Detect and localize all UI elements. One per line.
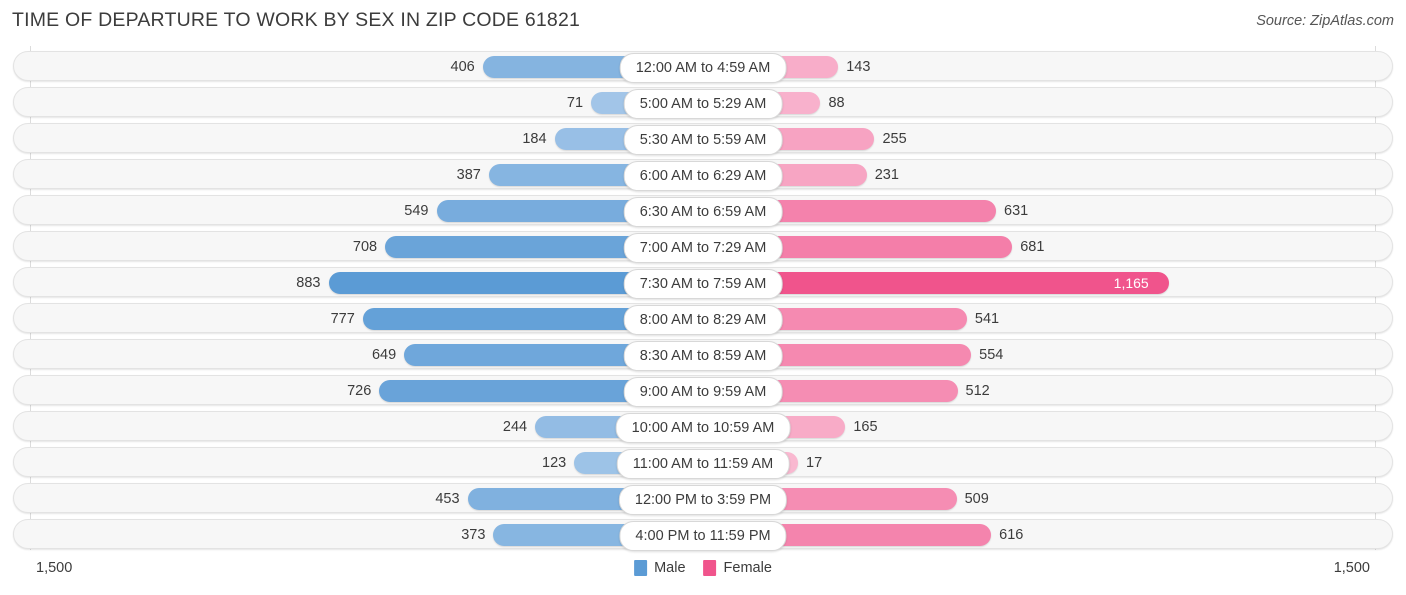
legend-item-female[interactable]: Female — [703, 560, 772, 576]
category-label-pill: 5:00 AM to 5:29 AM — [623, 89, 783, 119]
value-label-female: 509 — [964, 491, 989, 507]
chart-plot-area: 406 143 12:00 AM to 4:59 AM 71 88 5:00 AM to … — [0, 46, 1406, 551]
chart-legend: Male Female — [634, 560, 772, 576]
table-row[interactable]: 184 255 5:30 AM to 5:59 AM — [13, 123, 1393, 155]
category-label-pill: 7:00 AM to 7:29 AM — [623, 233, 783, 263]
category-label-pill: 4:00 PM to 11:59 PM — [619, 521, 787, 551]
value-label-female: 1,165 — [1113, 275, 1149, 291]
value-label-male: 649 — [371, 347, 397, 363]
value-label-female: 231 — [874, 167, 899, 183]
table-row[interactable]: 373 616 4:00 PM to 11:59 PM — [13, 519, 1393, 551]
legend-label-female: Female — [723, 560, 772, 576]
axis-max-left: 1,500 — [36, 560, 73, 576]
table-row[interactable]: 123 17 11:00 AM to 11:59 AM — [13, 447, 1393, 479]
legend-label-male: Male — [654, 560, 686, 576]
value-label-female: 631 — [1004, 203, 1029, 219]
category-label-pill: 12:00 PM to 3:59 PM — [618, 485, 788, 515]
value-label-female: 512 — [965, 383, 990, 399]
chart-header: TIME OF DEPARTURE TO WORK BY SEX IN ZIP … — [0, 0, 1406, 42]
value-label-male: 777 — [330, 311, 355, 327]
value-label-female: 88 — [828, 95, 845, 111]
chart-footer: 1,500 Male Female 1,500 — [0, 552, 1406, 595]
bar-rows-container: 406 143 12:00 AM to 4:59 AM 71 88 5:00 AM to … — [0, 46, 1406, 551]
value-label-female: 681 — [1020, 239, 1045, 255]
category-label-pill: 11:00 AM to 11:59 AM — [616, 449, 790, 479]
page-title: TIME OF DEPARTURE TO WORK BY SEX IN ZIP … — [12, 9, 581, 31]
value-label-male: 387 — [456, 167, 481, 183]
value-label-female: 541 — [974, 311, 1000, 327]
value-label-male: 373 — [461, 527, 486, 543]
value-label-male: 726 — [347, 383, 372, 399]
value-label-male: 406 — [450, 59, 475, 75]
value-label-female: 143 — [846, 59, 871, 75]
table-row[interactable]: 777 541 8:00 AM to 8:29 AM — [13, 303, 1393, 335]
value-label-male: 708 — [352, 239, 378, 255]
table-row[interactable]: 549 631 6:30 AM to 6:59 AM — [13, 195, 1393, 227]
value-label-male: 244 — [502, 419, 528, 435]
table-row[interactable]: 406 143 12:00 AM to 4:59 AM — [13, 51, 1393, 83]
source-attribution: Source: ZipAtlas.com — [1256, 13, 1394, 29]
value-label-female: 616 — [999, 527, 1024, 543]
axis-max-right: 1,500 — [1333, 560, 1370, 576]
table-row[interactable]: 726 512 9:00 AM to 9:59 AM — [13, 375, 1393, 407]
category-label-pill: 9:00 AM to 9:59 AM — [623, 377, 783, 407]
legend-swatch-female — [703, 560, 717, 576]
value-label-male: 123 — [542, 455, 567, 471]
value-label-male: 549 — [404, 203, 429, 219]
value-label-male: 453 — [435, 491, 460, 507]
value-label-male: 883 — [296, 275, 321, 291]
category-label-pill: 5:30 AM to 5:59 AM — [623, 125, 783, 155]
category-label-pill: 6:30 AM to 6:59 AM — [623, 197, 783, 227]
value-label-male: 71 — [566, 95, 584, 111]
legend-item-male[interactable]: Male — [634, 560, 686, 576]
table-row[interactable]: 71 88 5:00 AM to 5:29 AM — [13, 87, 1393, 119]
table-row[interactable]: 453 509 12:00 PM to 3:59 PM — [13, 483, 1393, 515]
category-label-pill: 8:00 AM to 8:29 AM — [623, 305, 783, 335]
value-label-female: 165 — [853, 419, 878, 435]
table-row[interactable]: 883 1,165 7:30 AM to 7:59 AM — [13, 267, 1393, 299]
value-label-female: 17 — [806, 455, 823, 471]
value-label-female: 554 — [979, 347, 1004, 363]
table-row[interactable]: 708 681 7:00 AM to 7:29 AM — [13, 231, 1393, 263]
category-label-pill: 10:00 AM to 10:59 AM — [615, 413, 791, 443]
table-row[interactable]: 649 554 8:30 AM to 8:59 AM — [13, 339, 1393, 371]
category-label-pill: 8:30 AM to 8:59 AM — [623, 341, 783, 371]
table-row[interactable]: 244 165 10:00 AM to 10:59 AM — [13, 411, 1393, 443]
legend-swatch-male — [634, 560, 648, 576]
category-label-pill: 7:30 AM to 7:59 AM — [623, 269, 783, 299]
value-label-female: 255 — [882, 131, 907, 147]
value-label-male: 184 — [522, 131, 547, 147]
table-row[interactable]: 387 231 6:00 AM to 6:29 AM — [13, 159, 1393, 191]
category-label-pill: 6:00 AM to 6:29 AM — [623, 161, 783, 191]
category-label-pill: 12:00 AM to 4:59 AM — [619, 53, 787, 83]
